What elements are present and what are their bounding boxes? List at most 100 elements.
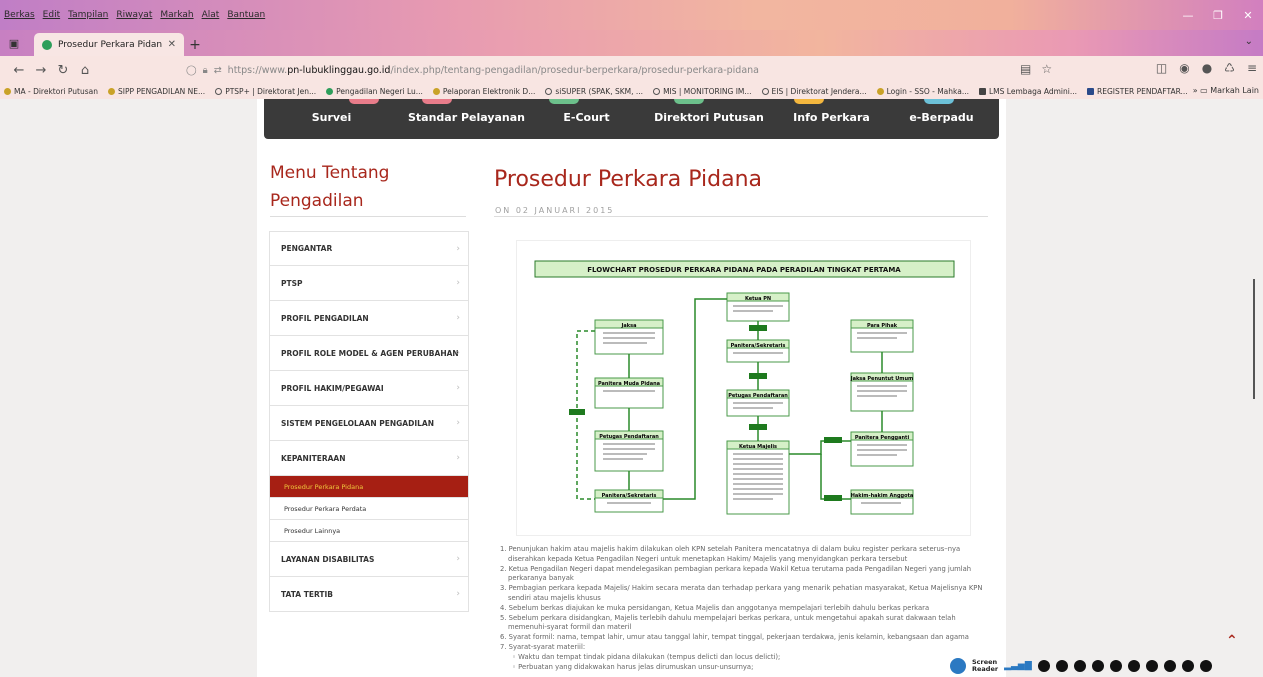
nav-info-perkara[interactable]: Info Perkara: [779, 111, 884, 124]
menu-alat[interactable]: Alat: [202, 10, 220, 20]
bookmark-item[interactable]: LMS Lembaga Admini...: [979, 87, 1077, 96]
chevron-right-icon: ›: [456, 589, 460, 599]
bookmark-item[interactable]: Pengadilan Negeri Lu...: [326, 87, 423, 96]
bookmark-item[interactable]: SIPP PENGADILAN NE...: [108, 87, 205, 96]
bookmark-item[interactable]: PTSP+ | Direktorat Jen...: [215, 87, 316, 96]
close-window-button[interactable]: ✕: [1233, 0, 1263, 30]
list-item: 4. Sebelum berkas diajukan ke muka persi…: [500, 603, 930, 612]
sidebar-item-profil-role-model[interactable]: PROFIL ROLE MODEL & AGEN PERUBAHAN ›: [269, 336, 469, 371]
nav-e-berpadu[interactable]: e-Berpadu: [884, 111, 999, 124]
pocket-icon[interactable]: ◫: [1156, 61, 1167, 75]
chevron-down-icon[interactable]: ⌄: [1245, 36, 1253, 47]
stop-icon[interactable]: [1073, 660, 1086, 672]
bookmark-item[interactable]: EIS | Direktorat Jendera...: [761, 87, 867, 96]
other-bookmarks[interactable]: » ▭ Markah Lain: [1186, 86, 1259, 95]
flow-node: Panitera/Sekretaris: [726, 339, 790, 363]
sidebar-item-pengantar[interactable]: PENGANTAR ›: [269, 231, 469, 266]
extension-icon[interactable]: ●: [1202, 61, 1212, 75]
chevron-right-icon: ›: [456, 418, 460, 428]
invert-icon[interactable]: [1163, 660, 1176, 672]
new-tab-button[interactable]: +: [184, 33, 206, 56]
reset-icon[interactable]: [1199, 660, 1212, 672]
forward-icon[interactable]: →: [30, 63, 52, 78]
screen-reader-logo-icon[interactable]: [950, 658, 966, 674]
bookmark-item[interactable]: MIS | MONITORING IM...: [653, 87, 752, 96]
nav-survei[interactable]: Survei: [264, 111, 399, 124]
sidebar-item-tata-tertib[interactable]: TATA TERTIB ›: [269, 577, 469, 612]
sidebar-subitem-prosedur-lainnya[interactable]: Prosedur Lainnya: [269, 520, 469, 542]
nav-e-court[interactable]: E-Court: [534, 111, 639, 124]
site-favicon-icon: [42, 39, 52, 50]
sidebar-subitem-prosedur-pidana[interactable]: Prosedur Perkara Pidana: [269, 476, 469, 498]
svg-text:Panitera Muda Pidana: Panitera Muda Pidana: [598, 381, 660, 387]
play-icon[interactable]: [1037, 660, 1050, 672]
tab-overview-icon[interactable]: ▣: [0, 30, 28, 56]
screen-reader-label: Screen Reader: [972, 658, 999, 673]
url-bar[interactable]: ◯ 🔒︎ ⇄ https://www.pn-lubuklinggau.go.id…: [186, 59, 1026, 81]
svg-text:Ketua Majelis: Ketua Majelis: [739, 444, 777, 450]
screen-reader-toolbar: Screen Reader ▂▃▅▇: [950, 656, 1250, 676]
restore-button[interactable]: ❐: [1203, 0, 1233, 30]
list-subitem: ◦ Perbuatan yang didakwakan harus jelas …: [512, 662, 754, 671]
sidebar-item-sistem-pengelolaan[interactable]: SISTEM PENGELOLAAN PENGADILAN ›: [269, 406, 469, 441]
bookmark-item[interactable]: Pelaporan Elektronik D...: [432, 87, 535, 96]
close-tab-icon[interactable]: ✕: [168, 39, 176, 50]
bookmark-item[interactable]: REGISTER PENDAFTAR...: [1087, 87, 1188, 96]
svg-text:Petugas Pendaftaran: Petugas Pendaftaran: [728, 393, 788, 399]
extensions-icon[interactable]: ♺: [1224, 61, 1235, 75]
flow-node: Para Pihak: [850, 319, 914, 353]
zoom-in-icon[interactable]: [1091, 660, 1104, 672]
home-icon[interactable]: ⌂: [74, 63, 96, 78]
page-scrollbar[interactable]: [1253, 279, 1255, 399]
lock-icon: 🔒︎: [202, 64, 208, 76]
flow-node: Petugas Pendaftaran: [594, 430, 664, 472]
sidebar-item-ptsp[interactable]: PTSP ›: [269, 266, 469, 301]
font-icon[interactable]: [1127, 660, 1140, 672]
menu-edit[interactable]: Edit: [43, 10, 60, 20]
menu-berkas[interactable]: Berkas: [4, 10, 35, 20]
sidebar-item-profil-pengadilan[interactable]: PROFIL PENGADILAN ›: [269, 301, 469, 336]
sidebar-item-profil-hakim[interactable]: PROFIL HAKIM/PEGAWAI ›: [269, 371, 469, 406]
scroll-to-top-icon[interactable]: ⌃: [1226, 633, 1238, 649]
sidebar: Menu Tentang Pengadilan: [257, 149, 479, 215]
pause-icon[interactable]: [1055, 660, 1068, 672]
sidebar-item-kepaniteraan[interactable]: KEPANITERAAN ›: [269, 441, 469, 476]
chevron-right-icon: ›: [456, 453, 460, 463]
account-icon[interactable]: ◉: [1179, 61, 1189, 75]
menu-tampilan[interactable]: Tampilan: [68, 10, 108, 20]
permissions-icon: ⇄: [213, 64, 222, 76]
menu-markah[interactable]: Markah: [160, 10, 193, 20]
minimize-button[interactable]: —: [1173, 0, 1203, 30]
hamburger-menu-icon[interactable]: ≡: [1247, 61, 1257, 75]
bookmark-item[interactable]: MA - Direktori Putusan: [4, 87, 98, 96]
url-host: pn-lubuklinggau.go.id: [287, 64, 391, 76]
menu-riwayat[interactable]: Riwayat: [116, 10, 152, 20]
back-icon[interactable]: ←: [8, 63, 30, 78]
shield-icon: ◯: [186, 64, 197, 76]
post-date: ON 02 JANUARI 2015: [495, 206, 615, 215]
bookmark-star-icon[interactable]: ☆: [1041, 62, 1052, 76]
menu-bantuan[interactable]: Bantuan: [227, 10, 265, 20]
bookmark-item[interactable]: siSUPER (SPAK, SKM, ...: [545, 87, 643, 96]
volume-bars-icon[interactable]: ▂▃▅▇: [1004, 661, 1032, 671]
contrast-icon[interactable]: [1145, 660, 1158, 672]
reload-icon[interactable]: ↻: [52, 63, 74, 78]
chevron-right-icon: ›: [456, 278, 460, 288]
sidebar-subitem-prosedur-perdata[interactable]: Prosedur Perkara Perdata: [269, 498, 469, 520]
bookmark-item[interactable]: Login - SSO - Mahka...: [876, 87, 969, 96]
zoom-out-icon[interactable]: [1109, 660, 1122, 672]
nav-direktori-putusan[interactable]: Direktori Putusan: [639, 111, 779, 124]
svg-text:Petugas Pendaftaran: Petugas Pendaftaran: [599, 434, 659, 440]
grayscale-icon[interactable]: [1181, 660, 1194, 672]
sidebar-item-layanan-disabilitas[interactable]: LAYANAN DISABILITAS ›: [269, 542, 469, 577]
browser-tab[interactable]: Prosedur Perkara Pidana ✕: [34, 33, 184, 56]
flowchart-image: FLOWCHART PROSEDUR PERKARA PIDANA PADA P…: [516, 240, 971, 536]
reader-view-icon[interactable]: ▤: [1020, 62, 1031, 76]
nav-standar-pelayanan[interactable]: Standar Pelayanan: [399, 111, 534, 124]
svg-text:Panitera Pengganti: Panitera Pengganti: [855, 435, 910, 441]
flowchart-svg: FLOWCHART PROSEDUR PERKARA PIDANA PADA P…: [534, 260, 955, 515]
divider: [494, 216, 988, 217]
svg-text:Jaksa Penuntut Umum: Jaksa Penuntut Umum: [850, 376, 914, 382]
web-page: Survei Standar Pelayanan E-Court Direkto…: [0, 99, 1263, 677]
title-bar: Berkas Edit Tampilan Riwayat Markah Alat…: [0, 0, 1263, 30]
